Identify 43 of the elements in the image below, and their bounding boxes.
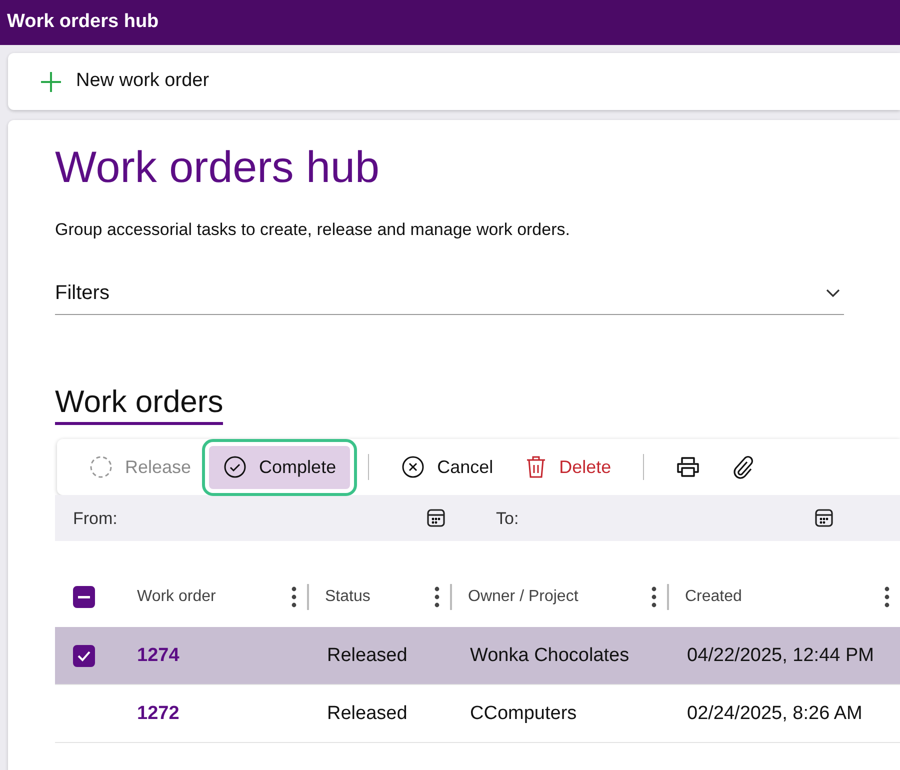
plus-icon xyxy=(40,70,62,92)
new-work-order-button[interactable]: New work order xyxy=(34,67,216,96)
print-icon xyxy=(676,456,700,478)
column-header[interactable]: Owner / Project xyxy=(468,585,578,610)
cancel-button[interactable]: Cancel xyxy=(387,446,508,489)
complete-button[interactable]: Complete xyxy=(209,446,350,489)
from-label: From: xyxy=(73,508,118,530)
to-label: To: xyxy=(496,508,520,530)
delete-button[interactable]: Delete xyxy=(511,446,626,489)
column-header[interactable]: Created xyxy=(685,585,742,610)
select-all-checkbox[interactable] xyxy=(73,586,95,608)
more-icon[interactable] xyxy=(434,586,440,608)
minus-icon xyxy=(78,596,90,599)
more-icon[interactable] xyxy=(651,586,657,608)
calendar-icon xyxy=(814,508,834,528)
filters-toggle[interactable]: Filters xyxy=(55,278,844,316)
calendar-icon xyxy=(426,508,446,528)
work-order-link[interactable]: 1274 xyxy=(117,642,307,670)
paperclip-icon xyxy=(732,455,754,480)
chevron-icon xyxy=(826,288,840,298)
table-row[interactable]: 1274 Released Wonka Chocolates 04/22/2025, 12:44 PM xyxy=(55,627,900,686)
column-header[interactable]: Work order xyxy=(137,585,216,610)
table-cell-text: 02/24/2025, 8:26 AM xyxy=(686,702,864,726)
page-title: Work orders hub xyxy=(55,142,380,194)
section-tab[interactable]: Work orders xyxy=(55,383,224,426)
more-icon[interactable] xyxy=(291,586,297,608)
more-icon[interactable] xyxy=(884,586,890,608)
table-cell-text: 04/22/2025, 12:44 PM xyxy=(686,644,875,668)
row-checkbox[interactable] xyxy=(73,644,95,667)
work-order-link[interactable]: 1272 xyxy=(117,700,307,728)
table-cell-text: Wonka Chocolates xyxy=(469,644,630,668)
trash-icon xyxy=(525,455,548,480)
table-cell-text: Released xyxy=(326,644,408,668)
column-header[interactable]: Status xyxy=(325,585,370,610)
table-row[interactable]: 1272 Released CComputers 02/24/2025, 8:26 AM xyxy=(55,685,900,744)
refresh-icon xyxy=(89,455,113,480)
check-circle-icon xyxy=(223,455,248,480)
app-title: Work orders hub xyxy=(7,10,159,34)
close-circle-icon xyxy=(401,455,426,480)
page-description: Group accessorial tasks to create, release and manage work orders. xyxy=(55,218,571,241)
table-cell-text: Released xyxy=(326,702,408,726)
table-cell-text: CComputers xyxy=(469,702,578,726)
check-icon xyxy=(77,650,91,662)
